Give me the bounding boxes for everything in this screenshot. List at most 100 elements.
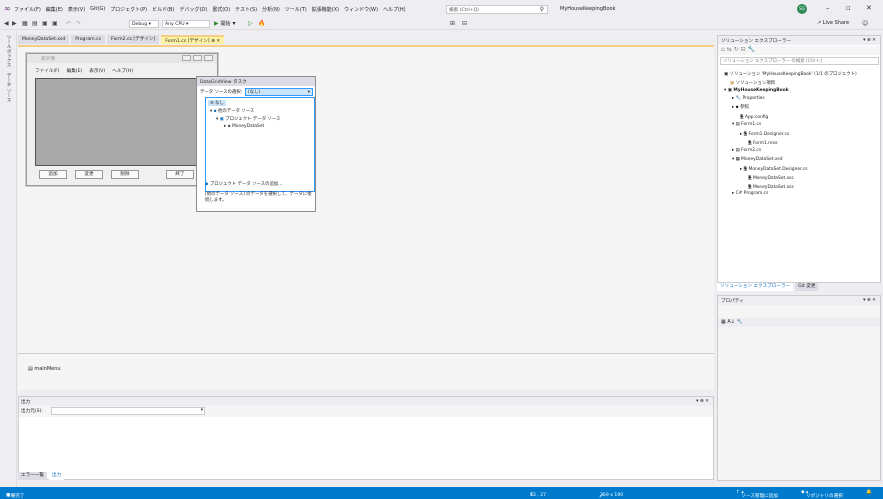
new-project-icon[interactable]: ▦ — [22, 20, 28, 27]
properties-icon[interactable]: 🔧 — [748, 46, 755, 53]
tree-item-other-sources[interactable]: ▾ ▪ 他のデータ ソース — [210, 108, 254, 114]
tree-references[interactable]: ▸ ▪ 参照 — [732, 104, 749, 110]
categorized-icon[interactable]: ▦ — [721, 319, 726, 325]
forward-icon[interactable]: ▶ — [12, 20, 17, 27]
search-input[interactable]: 検索 (Ctrl+Q) ⚲ — [446, 5, 548, 14]
format-icon[interactable]: ⊟ — [462, 20, 467, 27]
tree-item-none[interactable]: ⊖ なし — [208, 100, 226, 106]
menu-git[interactable]: Git(G) — [90, 6, 105, 13]
tab-solution-explorer[interactable]: ソリューション エクスプローラー — [717, 283, 794, 291]
tab-moneydataset-xsd[interactable]: MoneyDataSet.xsd — [18, 35, 70, 44]
tree-form1-cs[interactable]: ▾ ▤ Form1.cs — [732, 122, 761, 127]
pin-icon[interactable]: ⊕ — [211, 39, 215, 44]
tree-properties[interactable]: ▸ 🔧 Properties — [732, 96, 765, 101]
home-icon[interactable]: ⌂ — [721, 46, 725, 53]
form1-window[interactable]: 家計簿 ファイル(F) 編集(E) 表示(V) ヘルプ(H) 追加 変更 削除 … — [26, 53, 218, 186]
maximize-icon[interactable]: ▫ — [846, 4, 851, 12]
tree-item-moneydataset[interactable]: ▸ ▪ MoneyDataSet — [224, 124, 264, 129]
tree-program-cs[interactable]: ▸ C# Program.cs — [732, 191, 768, 196]
datasource-select[interactable]: (なし) ▾ — [245, 88, 313, 96]
add-button[interactable]: 追加 — [39, 170, 67, 179]
tree-solution-items[interactable]: ■ ソリューション項目 — [730, 80, 775, 86]
tree-moneydataset-designer[interactable]: ▸ 🗎 MoneyDataSet.Designer.cs — [740, 165, 808, 173]
tab-git-changes[interactable]: Git 変更 — [795, 283, 819, 291]
menu-help[interactable]: ヘルプ(H) — [383, 6, 406, 13]
open-icon[interactable]: ▤ — [32, 20, 38, 27]
select-repository-button[interactable]: ◆ リポジトリの選択 ▴ — [801, 490, 843, 499]
tree-moneydataset-xss[interactable]: 🗎 MoneyDataSet.xss — [748, 183, 794, 191]
config-dropdown[interactable]: Debug ▾ — [129, 20, 159, 28]
tree-app-config[interactable]: 🗎 App.config — [740, 113, 768, 121]
undo-icon[interactable]: ↶ — [66, 20, 71, 27]
play-icon: ▶ — [214, 20, 219, 27]
tree-item-project-sources[interactable]: ▾ ▣ プロジェクト データ ソース — [216, 116, 280, 122]
minimize-icon[interactable]: – — [826, 4, 830, 12]
tree-form1-resx[interactable]: 🗎 Form1.resx — [748, 139, 777, 147]
add-project-datasource-link[interactable]: ◆ プロジェクト データ ソースの追加... — [205, 181, 282, 187]
panel-controls-icon[interactable]: ▾ ⊕ ✕ — [863, 38, 876, 43]
tree-moneydataset-xsc[interactable]: 🗎 MoneyDataSet.xsc — [748, 174, 794, 182]
tab-output[interactable]: 出力 — [48, 472, 65, 480]
delete-button[interactable]: 削除 — [111, 170, 139, 179]
notifications-icon[interactable]: 🔔 — [866, 490, 872, 495]
add-to-source-control-button[interactable]: ↑ ソース管理に追加 ▴ — [736, 490, 778, 499]
menu-build[interactable]: ビルド(B) — [152, 6, 174, 13]
solution-explorer-search[interactable]: ソリューション エクスプローラー の検索 (Ctrl+;) — [720, 57, 879, 65]
form-menu-help[interactable]: ヘルプ(H) — [112, 68, 133, 74]
start-without-debug-icon[interactable]: ▷ — [248, 20, 253, 27]
sync-icon[interactable]: ⇆ — [727, 46, 732, 53]
redo-icon[interactable]: ↷ — [76, 20, 81, 27]
tree-project[interactable]: ▾ ▣ MyHouseKeepingBook — [724, 88, 789, 93]
panel-controls-icon[interactable]: ▾ ⊕ ✕ — [863, 298, 876, 303]
close-icon[interactable]: ✕ — [866, 4, 872, 12]
menu-test[interactable]: テスト(S) — [235, 6, 257, 13]
tab-close-icon[interactable]: ✕ — [216, 39, 220, 44]
start-button[interactable]: ▶ 開始 ▾ — [214, 20, 235, 27]
menu-view[interactable]: 表示(V) — [68, 6, 85, 13]
back-icon[interactable]: ◀ — [4, 20, 9, 27]
mainmenu-component[interactable]: ▤ mainMenu — [28, 366, 61, 372]
menu-file[interactable]: ファイル(F) — [14, 6, 41, 13]
tree-form1-designer[interactable]: ▸ 🗎 Form1.Designer.cs — [740, 130, 789, 138]
refresh-icon[interactable]: ↻ — [734, 46, 739, 53]
datagridview[interactable] — [35, 78, 197, 166]
save-all-icon[interactable]: ▣ — [52, 20, 58, 27]
hot-reload-icon[interactable]: 🔥 — [258, 20, 265, 27]
tab-form2-design[interactable]: Form2.cs [デザイン] — [107, 35, 160, 44]
tree-moneydataset-xsd[interactable]: ▾ ▦ MoneyDataSet.xsd — [732, 157, 783, 162]
tree-solution[interactable]: ▣ ソリューション 'MyHouseKeepingBook' (1/1 のプロジ… — [724, 71, 857, 77]
data-sources-tab[interactable]: データ ソース — [5, 73, 11, 102]
edit-button[interactable]: 変更 — [75, 170, 103, 179]
avatar[interactable]: SG — [797, 4, 807, 14]
menu-window[interactable]: ウィンドウ(W) — [344, 6, 378, 13]
form-menu-file[interactable]: ファイル(F) — [35, 68, 60, 74]
live-share-button[interactable]: ↗ Live Share — [817, 20, 849, 26]
menu-extensions[interactable]: 拡張機能(X) — [312, 6, 339, 13]
menu-format[interactable]: 書式(O) — [212, 6, 230, 13]
collapse-all-icon[interactable]: ⊟ — [741, 46, 746, 53]
save-icon[interactable]: ▣ — [42, 20, 48, 27]
output-source-select[interactable]: ▾ — [51, 407, 205, 415]
tab-error-list[interactable]: エラー一覧 — [18, 472, 47, 480]
property-pages-icon[interactable]: 🔧 — [737, 319, 743, 325]
menu-project[interactable]: プロジェクト(P) — [110, 6, 147, 13]
alphabetical-icon[interactable]: A↓ — [727, 319, 735, 325]
tab-program-cs[interactable]: Program.cs — [71, 35, 105, 44]
tab-form1-design[interactable]: Form1.cs [デザイン] ⊕ ✕ — [161, 35, 225, 44]
toolbox-tab[interactable]: ツールボックス — [5, 35, 11, 67]
platform-dropdown[interactable]: Any CPU ▾ — [162, 20, 210, 28]
menu-analyze[interactable]: 分析(N) — [262, 6, 280, 13]
menu-edit[interactable]: 編集(E) — [46, 6, 63, 13]
menu-tools[interactable]: ツール(T) — [285, 6, 307, 13]
tree-form2-cs[interactable]: ▸ ▤ Form2.cs — [732, 148, 761, 153]
exit-button[interactable]: 終了 — [166, 170, 194, 179]
form-menu-edit[interactable]: 編集(E) — [67, 68, 83, 74]
folder-icon: ■ — [730, 81, 735, 86]
menu-debug[interactable]: デバッグ(D) — [179, 6, 207, 13]
output-text-area[interactable] — [19, 417, 713, 479]
form-menu-view[interactable]: 表示(V) — [89, 68, 105, 74]
feedback-icon[interactable]: ☺ — [862, 20, 868, 27]
panel-controls-icon[interactable]: ▾ ⊕ ✕ — [696, 399, 709, 404]
platform-value: Any CPU — [165, 22, 185, 27]
align-icon[interactable]: ⊞ — [450, 20, 455, 27]
